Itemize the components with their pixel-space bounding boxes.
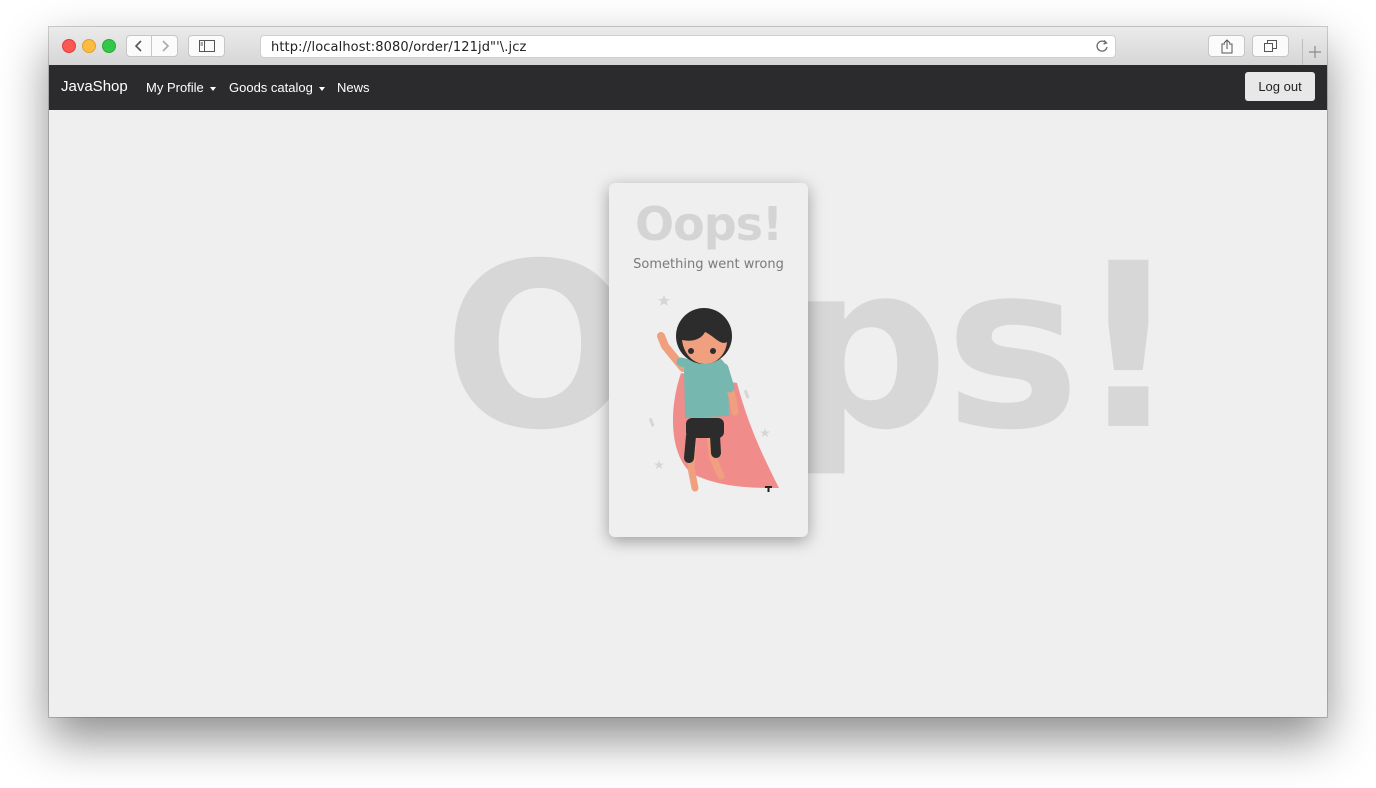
- browser-titlebar: http://localhost:8080/order/121jd"'\.jcz: [49, 27, 1327, 66]
- sidebar-icon: [198, 40, 215, 52]
- nav-my-profile-label: My Profile: [146, 80, 204, 95]
- nav-goods-catalog-label: Goods catalog: [229, 80, 313, 95]
- share-icon: [1221, 38, 1232, 53]
- new-tab-icon: [1309, 46, 1321, 58]
- minimize-window-button[interactable]: [82, 39, 96, 53]
- address-bar[interactable]: http://localhost:8080/order/121jd"'\.jcz: [260, 35, 1116, 58]
- tabs-icon: [1264, 40, 1277, 52]
- nav-goods-catalog[interactable]: Goods catalog: [229, 80, 325, 95]
- nav-my-profile[interactable]: My Profile: [146, 80, 216, 95]
- forward-button[interactable]: [152, 35, 178, 57]
- site-navbar: JavaShop My Profile Goods catalog News L…: [49, 65, 1327, 110]
- nav-news-label: News: [337, 80, 370, 95]
- tabs-overview-button[interactable]: [1252, 35, 1289, 57]
- zoom-window-button[interactable]: [102, 39, 116, 53]
- new-tab-button[interactable]: [1302, 39, 1327, 65]
- superhero-illustration: [649, 295, 779, 492]
- back-icon: [134, 40, 142, 52]
- sparkle-icon: [744, 389, 750, 399]
- back-button[interactable]: [126, 35, 152, 57]
- reload-icon[interactable]: [1095, 39, 1109, 53]
- browser-window: http://localhost:8080/order/121jd"'\.jcz…: [49, 27, 1327, 717]
- sidebar-button[interactable]: [188, 35, 225, 57]
- sparkle-icon: [649, 417, 655, 427]
- close-window-button[interactable]: [62, 39, 76, 53]
- star-icon: [654, 460, 664, 470]
- star-icon: [658, 295, 670, 306]
- chevron-down-icon: [209, 86, 216, 91]
- error-subtitle: Something went wrong: [633, 257, 784, 272]
- logout-button[interactable]: Log out: [1245, 72, 1315, 101]
- forward-icon: [161, 40, 169, 52]
- error-title: Oops!: [635, 197, 783, 251]
- brand-link[interactable]: JavaShop: [61, 78, 128, 95]
- error-page: Oops! Oops! Something went wrong: [49, 110, 1327, 717]
- url-text: http://localhost:8080/order/121jd"'\.jcz: [271, 40, 527, 55]
- error-card: Oops! Something went wrong: [609, 183, 808, 537]
- background-oops-text: Oops!: [443, 214, 1180, 480]
- share-button[interactable]: [1208, 35, 1245, 57]
- chevron-down-icon: [318, 86, 325, 91]
- nav-news[interactable]: News: [337, 80, 370, 95]
- star-icon: [760, 428, 770, 438]
